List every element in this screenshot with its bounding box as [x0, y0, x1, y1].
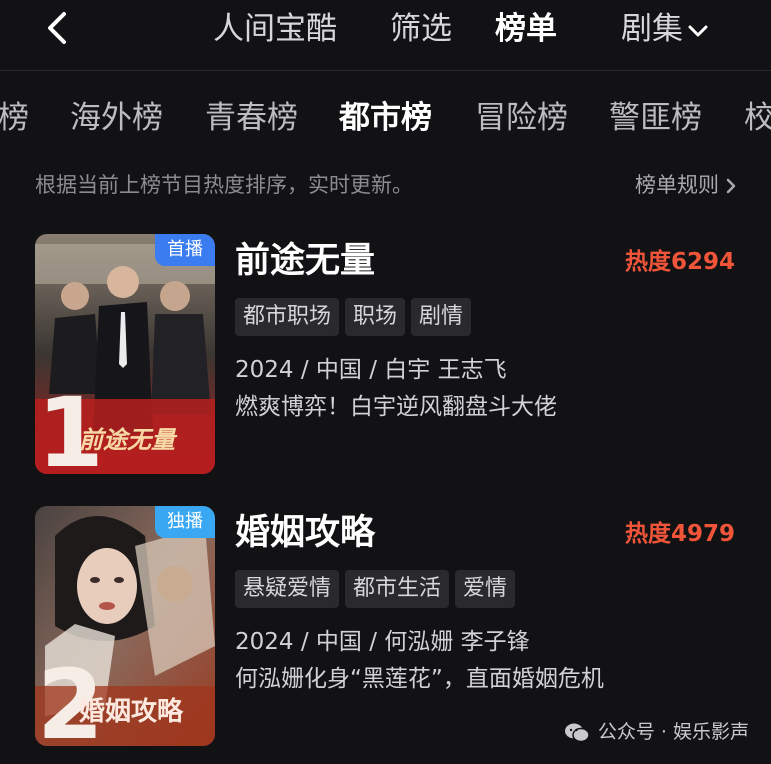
poster-image[interactable]: 2 婚姻攻略 独播	[35, 506, 215, 746]
show-description: 燃爽博弈！白宇逆风翻盘斗大佬	[235, 394, 557, 420]
ranking-item[interactable]: 2 婚姻攻略 独播 婚姻攻略 热度4979 悬疑爱情 都市生活 爱情 2024 / …	[35, 506, 735, 746]
watermark-text: 公众号 · 娱乐影声	[597, 721, 749, 743]
category-tab-youth[interactable]: 青春榜	[205, 95, 298, 141]
category-tab-adventure[interactable]: 冒险榜	[475, 95, 568, 141]
genre-tag[interactable]: 职场	[345, 298, 406, 336]
wechat-watermark: 公众号 · 娱乐影声	[564, 718, 749, 746]
chevron-down-icon	[688, 25, 708, 36]
premiere-badge: 首播	[155, 234, 215, 266]
poster-image[interactable]: 1 前途无量 首播	[35, 234, 215, 474]
tab-ranking[interactable]: 榜单	[495, 9, 557, 49]
ranking-item[interactable]: 1 前途无量 首播 前途无量 热度6294 都市职场 职场 剧情 2024 / 中国…	[35, 234, 735, 474]
heat-score: 热度4979	[624, 521, 735, 547]
tab-studio[interactable]: 人间宝酷	[213, 9, 337, 49]
category-tab-crime[interactable]: 警匪榜	[609, 95, 702, 141]
series-dropdown-label: 剧集	[621, 11, 683, 47]
heat-score: 热度6294	[624, 249, 735, 275]
genre-tags: 都市职场 职场 剧情	[235, 298, 477, 336]
poster-title-art: 婚姻攻略	[79, 696, 184, 727]
exclusive-badge: 独播	[155, 506, 215, 538]
category-tab-campus[interactable]: 校	[744, 95, 771, 141]
genre-tag[interactable]: 爱情	[455, 570, 516, 608]
genre-tags: 悬疑爱情 都市生活 爱情	[235, 570, 521, 608]
chevron-left-icon[interactable]	[40, 10, 76, 46]
ranking-rules-link[interactable]: 榜单规则	[635, 170, 737, 200]
series-dropdown[interactable]: 剧集	[621, 9, 709, 49]
show-meta: 2024 / 中国 / 白宇 王志飞	[235, 357, 507, 383]
category-tab-overseas[interactable]: 海外榜	[70, 95, 163, 141]
category-tab-urban[interactable]: 都市榜	[339, 95, 432, 141]
chevron-right-icon	[726, 178, 736, 194]
genre-tag[interactable]: 剧情	[411, 298, 472, 336]
ranking-rules-label: 榜单规则	[635, 173, 719, 197]
ranking-hint: 根据当前上榜节目热度排序，实时更新。	[35, 173, 413, 197]
header-divider	[0, 70, 771, 71]
wechat-icon	[564, 723, 590, 742]
show-meta: 2024 / 中国 / 何泓姗 李子锋	[235, 629, 530, 655]
show-title[interactable]: 前途无量	[235, 237, 375, 285]
top-bar: 人间宝酷 筛选 榜单 剧集	[0, 0, 771, 66]
genre-tag[interactable]: 都市生活	[345, 570, 450, 608]
category-tab[interactable]: 榜	[0, 95, 29, 141]
category-tabs: 榜 海外榜 青春榜 都市榜 冒险榜 警匪榜 校	[0, 95, 771, 141]
poster-title-art: 前途无量	[79, 426, 178, 454]
show-title[interactable]: 婚姻攻略	[235, 509, 375, 557]
tab-filter[interactable]: 筛选	[390, 9, 452, 49]
genre-tag[interactable]: 悬疑爱情	[235, 570, 340, 608]
show-description: 何泓姗化身“黑莲花”，直面婚姻危机	[235, 666, 604, 692]
genre-tag[interactable]: 都市职场	[235, 298, 340, 336]
